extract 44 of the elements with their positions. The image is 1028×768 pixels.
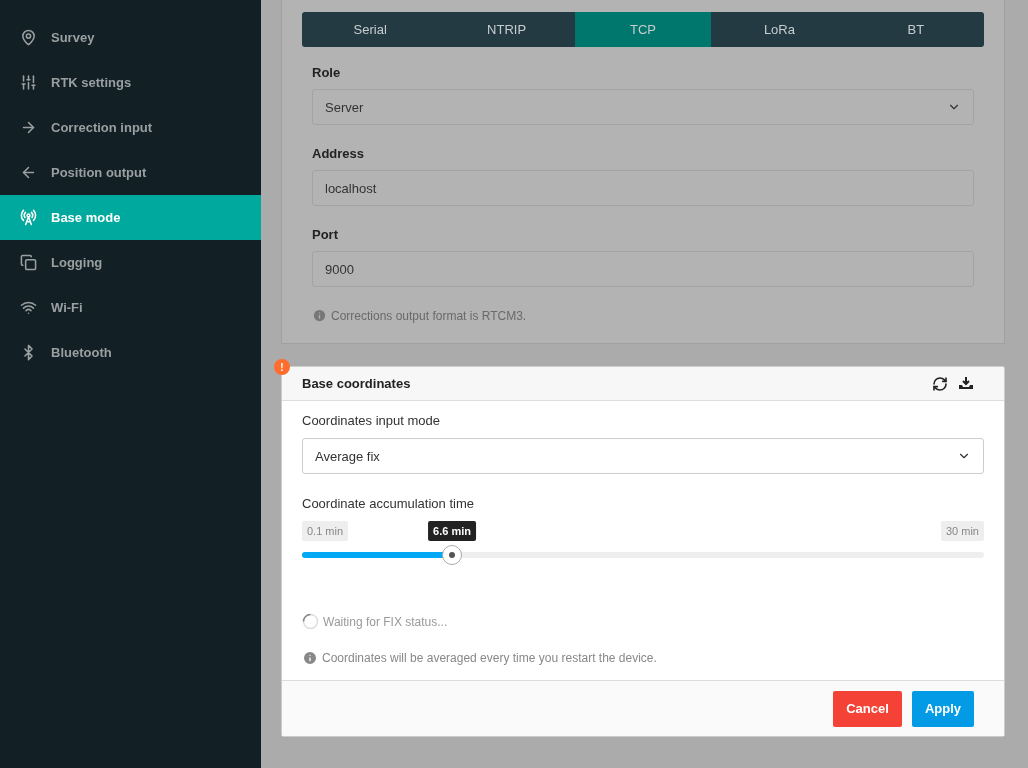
sidebar-item[interactable]: Survey xyxy=(0,15,261,60)
value-tooltip: 6.6 min xyxy=(428,521,476,541)
input-field[interactable]: 9000 xyxy=(312,251,974,287)
field-label: Address xyxy=(312,146,366,161)
field-value: Server xyxy=(325,99,364,115)
select-field[interactable]: Server xyxy=(312,89,974,125)
field-value: 9000 xyxy=(325,261,354,277)
field-label: Port xyxy=(312,227,339,242)
map-pin-icon xyxy=(20,29,37,46)
tab[interactable]: LoRa xyxy=(711,12,848,47)
field-label: Role xyxy=(312,65,342,80)
field-value: Average fix xyxy=(315,448,380,464)
info-text: Coordinates will be averaged every time you restart the device. xyxy=(322,651,657,665)
sidebar-item[interactable]: Bluetooth xyxy=(0,330,261,375)
slider-label: Coordinate accumulation time xyxy=(302,496,475,511)
field-value: localhost xyxy=(325,180,377,196)
info-icon xyxy=(312,308,327,323)
warning-badge: ! xyxy=(274,359,290,375)
sidebar-item[interactable]: Position output xyxy=(0,150,261,195)
info-icon xyxy=(302,650,318,666)
max-label: 30 min xyxy=(940,521,984,541)
cancel-button[interactable]: Cancel xyxy=(833,690,902,727)
min-label: 0.1 min xyxy=(302,521,349,541)
sidebar-item[interactable]: Logging xyxy=(0,240,261,285)
info-text: Corrections output format is RTCM3. xyxy=(331,308,527,323)
sliders-icon xyxy=(20,74,37,91)
tab[interactable]: TCP xyxy=(574,12,712,47)
select-field[interactable]: Average fix xyxy=(302,438,984,474)
status-text: Waiting for FIX status... xyxy=(323,614,448,629)
spinner-icon xyxy=(302,613,319,630)
card-title: Base coordinates xyxy=(302,376,411,391)
input-field[interactable]: localhost xyxy=(312,170,974,206)
field-label: Coordinates input mode xyxy=(302,413,442,428)
tab[interactable]: NTRIP xyxy=(438,12,575,47)
tab[interactable]: Serial xyxy=(302,12,439,47)
arrow-right-icon xyxy=(20,119,37,136)
sidebar-item[interactable]: Wi-Fi xyxy=(0,285,261,330)
radio-tower-icon xyxy=(20,209,37,226)
sidebar-item[interactable]: Correction input xyxy=(0,105,261,150)
sidebar-item[interactable]: RTK settings xyxy=(0,60,261,105)
copy-icon xyxy=(20,254,37,271)
wifi-icon xyxy=(20,299,37,316)
slider-thumb[interactable] xyxy=(442,545,463,565)
tab[interactable]: BT xyxy=(847,12,984,47)
